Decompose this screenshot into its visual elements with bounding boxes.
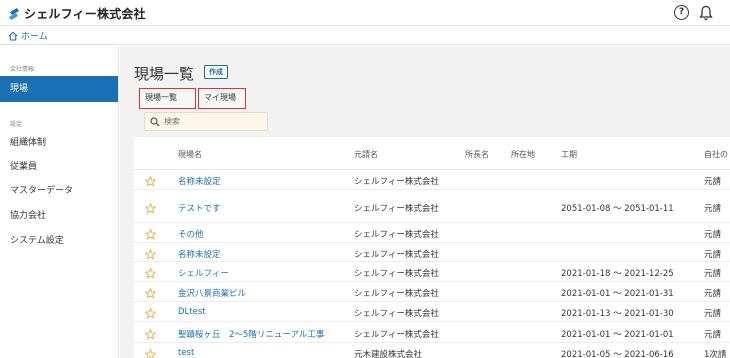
favorite-star-icon[interactable] [145, 249, 156, 260]
role-cell: 1次請 [704, 350, 727, 358]
bell-icon[interactable] [699, 5, 713, 21]
breadcrumb-home[interactable]: ホーム [8, 29, 48, 42]
site-name-link[interactable]: シェルフィー [178, 267, 229, 279]
contractor-cell: シェルフィー株式会社 [354, 204, 439, 214]
create-button[interactable]: 作成 [204, 65, 228, 79]
column-period[interactable]: 工期 [561, 149, 577, 160]
favorite-star-icon[interactable] [145, 349, 156, 358]
sidebar-section-settings: 設定 [10, 121, 23, 128]
table-row[interactable]: その他 シェルフィー株式会社 元請 [134, 223, 730, 243]
contractor-cell: シェルフィー株式会社 [354, 330, 439, 340]
contractor-cell: シェルフィー株式会社 [354, 269, 439, 279]
period-cell: 2021-01-18 〜 2021-12-25 [561, 269, 674, 279]
contractor-cell: シェルフィー株式会社 [354, 177, 439, 187]
breadcrumb: ホーム [0, 26, 730, 45]
site-table: 現場名 元請名 所長名 所在地 工期 自社の 名称未設定 シェルフィー株式会社 元請… [134, 137, 730, 358]
table-row[interactable]: 名称未設定 シェルフィー株式会社 元請 [134, 170, 730, 190]
search-input[interactable] [164, 115, 264, 128]
table-row[interactable]: 金沢八景商業ビル シェルフィー株式会社 2021-01-01 〜 2021-01-3… [134, 282, 730, 302]
column-site-name[interactable]: 現場名 [178, 149, 202, 160]
table-header: 現場名 元請名 所長名 所在地 工期 自社の [134, 137, 730, 170]
role-cell: 元請 [704, 204, 722, 214]
tab-my-sites[interactable]: マイ現場 2 [198, 88, 246, 120]
period-cell: 2021-01-01 〜 2021-01-31 [561, 289, 674, 299]
contractor-cell: シェルフィー株式会社 [354, 250, 439, 260]
site-name-link[interactable]: DLtest [178, 307, 206, 317]
table-row[interactable]: シェルフィー シェルフィー株式会社 2021-01-18 〜 2021-12-25 元… [134, 262, 730, 282]
table-row[interactable]: test 元木建設株式会社 2021-01-05 〜 2021-06-16 1次請 [134, 343, 730, 358]
period-cell: 2021-01-05 〜 2021-06-16 [561, 350, 674, 358]
table-row[interactable]: テストです シェルフィー株式会社 2051-01-08 〜 2051-01-11 元請 [134, 190, 730, 223]
period-cell: 2021-01-01 〜 2021-01-01 [561, 330, 674, 340]
brand-name: シェルフィー株式会社 [24, 7, 146, 21]
column-manager[interactable]: 所長名 [465, 149, 489, 160]
search-box[interactable] [144, 112, 268, 131]
sidebar-section-company: 会社情報 [10, 66, 35, 73]
contractor-cell: シェルフィー株式会社 [354, 309, 439, 319]
role-cell: 元請 [704, 289, 722, 299]
logo-icon [9, 7, 19, 20]
table-row[interactable]: 名称未設定 シェルフィー株式会社 元請 [134, 243, 730, 262]
table-row[interactable]: DLtest シェルフィー株式会社 2021-01-13 〜 2021-01-30 元… [134, 302, 730, 322]
site-name-link[interactable]: test [178, 348, 194, 358]
role-cell: 元請 [704, 230, 722, 240]
site-name-link[interactable]: テストです [178, 202, 221, 214]
role-cell: 元請 [704, 330, 722, 340]
site-name-link[interactable]: その他 [178, 228, 204, 240]
site-name-link[interactable]: 金沢八景商業ビル [178, 287, 246, 299]
favorite-star-icon[interactable] [145, 308, 156, 319]
contractor-cell: 元木建設株式会社 [354, 350, 423, 358]
column-own-role[interactable]: 自社の [704, 149, 728, 160]
sidebar-item-organization[interactable]: 組織体制 [0, 130, 118, 156]
column-contractor[interactable]: 元請名 [354, 149, 378, 160]
favorite-star-icon[interactable] [145, 229, 156, 240]
column-location[interactable]: 所在地 [511, 149, 535, 160]
contractor-cell: シェルフィー株式会社 [354, 289, 439, 299]
favorite-star-icon[interactable] [145, 268, 156, 279]
breadcrumb-home-label: ホーム [21, 32, 48, 42]
sidebar-item-system-settings[interactable]: システム設定 [0, 228, 118, 254]
favorite-star-icon[interactable] [145, 176, 156, 187]
favorite-star-icon[interactable] [145, 288, 156, 299]
favorite-star-icon[interactable] [145, 203, 156, 214]
main-content: 現場一覧 作成 現場一覧 244 マイ現場 2 現場名 元請名 所長名 所在地 … [120, 46, 730, 358]
contractor-cell: シェルフィー株式会社 [354, 230, 439, 240]
page-title: 現場一覧 [134, 65, 195, 83]
sidebar-item-employees[interactable]: 従業員 [0, 154, 118, 180]
sidebar-item-master-data[interactable]: マスターデータ [0, 178, 118, 204]
top-bar: シェルフィー株式会社 ? [0, 0, 730, 26]
help-icon[interactable]: ? [674, 5, 689, 20]
period-cell: 2051-01-08 〜 2051-01-11 [561, 204, 674, 214]
role-cell: 元請 [704, 250, 722, 260]
role-cell: 元請 [704, 309, 722, 319]
sidebar: 会社情報 現場 設定 組織体制 従業員 マスターデータ 協力会社 システム設定 [0, 46, 119, 358]
table-row[interactable]: 聖蹟桜ヶ丘 2〜5階リニューアル工事 シェルフィー株式会社 2021-01-01 〜… [134, 322, 730, 343]
site-name-link[interactable]: 名称未設定 [178, 248, 221, 260]
role-cell: 元請 [704, 269, 722, 279]
sidebar-item-sites[interactable]: 現場 [0, 76, 118, 102]
period-cell: 2021-01-13 〜 2021-01-30 [561, 309, 674, 319]
brand-logo[interactable]: シェルフィー株式会社 [8, 5, 146, 22]
favorite-star-icon[interactable] [145, 329, 156, 340]
home-icon [8, 30, 18, 41]
site-name-link[interactable]: 名称未設定 [178, 175, 221, 187]
role-cell: 元請 [704, 177, 722, 187]
site-name-link[interactable]: 聖蹟桜ヶ丘 2〜5階リニューアル工事 [178, 328, 324, 340]
search-icon [150, 117, 160, 127]
sidebar-item-partners[interactable]: 協力会社 [0, 203, 118, 229]
tab-site-list[interactable]: 現場一覧 244 [139, 88, 196, 120]
